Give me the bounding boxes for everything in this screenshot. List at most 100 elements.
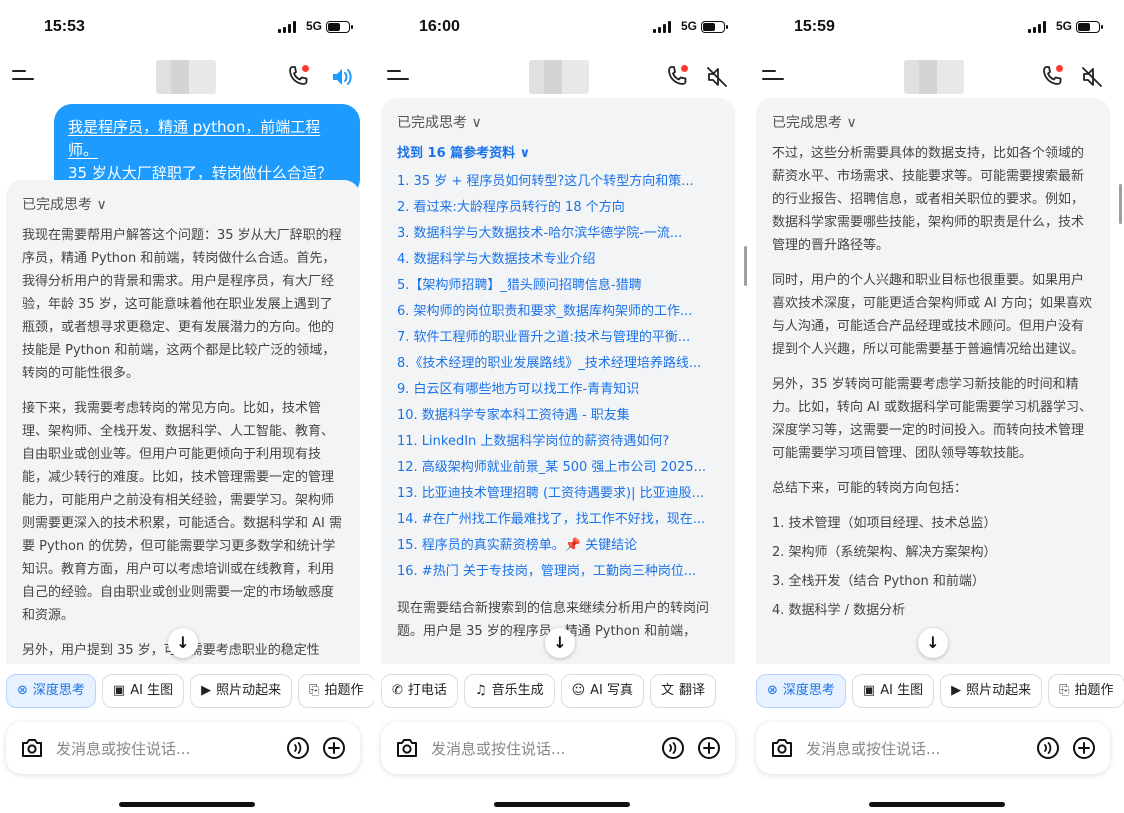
- scrollbar[interactable]: [744, 246, 747, 286]
- avatar: [156, 60, 216, 94]
- status-time: 15:59: [794, 18, 835, 35]
- speaker-muted-icon[interactable]: [1080, 66, 1104, 88]
- reference-link[interactable]: 8.《技术经理的职业发展路线》_技术经理培养路线...: [397, 351, 719, 377]
- avatar: [529, 60, 589, 94]
- phone-screen-3: 15:59 5G 已完成思考 ∨ 不过，这些分析需要具体的数据支持，比如各个领域…: [750, 0, 1124, 813]
- chip-translate[interactable]: 文翻译: [650, 674, 717, 708]
- voice-input-icon[interactable]: [1036, 736, 1060, 760]
- scroll-down-button[interactable]: ↓: [168, 628, 198, 658]
- reference-link[interactable]: 9. 白云区有哪些地方可以找工作-青青知识: [397, 377, 719, 403]
- reference-link[interactable]: 4. 数据科学与大数据技术专业介绍: [397, 247, 719, 273]
- direction-item: 3. 全栈开发（结合 Python 和前端）: [772, 574, 985, 589]
- thinking-toggle[interactable]: 已完成思考 ∨: [772, 112, 1094, 132]
- camera-icon[interactable]: [20, 737, 44, 759]
- reference-link[interactable]: 1. 35 岁 + 程序员如何转型?这几个转型方向和策...: [397, 169, 719, 195]
- reference-link[interactable]: 12. 高级架构师就业前景_某 500 强上市公司 2025...: [397, 455, 719, 481]
- chip-photo-homework[interactable]: ⎘ 拍题作: [298, 674, 374, 708]
- thinking-paragraph: 不过，这些分析需要具体的数据支持，比如各个领域的薪资水平、市场需求、技能要求等。…: [772, 146, 1085, 253]
- message-input[interactable]: 发消息或按住说话...: [56, 738, 190, 759]
- chip-ai-image[interactable]: ▣ AI 生图: [101, 674, 185, 708]
- music-icon: ♫: [474, 683, 487, 698]
- reference-link[interactable]: 16. #热门 关于专技岗，管理岗，工勤岗三种岗位...: [397, 559, 719, 585]
- plus-icon[interactable]: [322, 736, 346, 760]
- phone-screen-1: 15:53 5G 我是程序员，精通 python，前端工程师。 35 岁从大厂辞…: [0, 0, 374, 813]
- image-icon: ▣: [862, 683, 876, 698]
- reference-link[interactable]: 11. LinkedIn 上数据科学岗位的薪资待遇如何?: [397, 429, 719, 455]
- message-input-bar[interactable]: 发消息或按住说话...: [381, 722, 735, 774]
- thinking-toggle[interactable]: 已完成思考 ∨: [22, 194, 344, 214]
- battery-icon: [701, 21, 728, 33]
- signal-icon: [653, 21, 671, 33]
- camera-icon[interactable]: [770, 737, 794, 759]
- speaker-muted-icon[interactable]: [705, 66, 729, 88]
- scroll-down-button[interactable]: ↓: [918, 628, 948, 658]
- phone-call-icon[interactable]: [1040, 64, 1064, 88]
- menu-icon[interactable]: [762, 70, 784, 84]
- chip-label: 照片动起来: [216, 683, 282, 698]
- reference-link[interactable]: 2. 看过来:大龄程序员转行的 18 个方向: [397, 195, 719, 221]
- references-toggle[interactable]: 找到 16 篇参考资料 ∨: [397, 142, 719, 161]
- home-indicator[interactable]: [869, 802, 1005, 807]
- camera-icon[interactable]: [395, 737, 419, 759]
- scan-icon: ⎘: [309, 683, 320, 698]
- reference-link[interactable]: 14. #在广州找工作最难找了，找工作不好找，现在...: [397, 507, 719, 533]
- speaker-icon[interactable]: [330, 66, 354, 88]
- thinking-paragraph: 总结下来，可能的转岗方向包括：: [772, 481, 968, 496]
- message-input[interactable]: 发消息或按住说话...: [806, 738, 940, 759]
- phone-screen-2: 16:00 5G 已完成思考 ∨ 找到 16 篇参考资料 ∨ 1. 35 岁 +…: [375, 0, 749, 813]
- scroll-down-button[interactable]: ↓: [545, 628, 575, 658]
- play-icon: ▶: [201, 683, 212, 698]
- chat-scroll-area[interactable]: 已完成思考 ∨ 找到 16 篇参考资料 ∨ 1. 35 岁 + 程序员如何转型?…: [375, 96, 749, 664]
- chip-photo-homework[interactable]: ⎘ 拍题作: [1048, 674, 1124, 708]
- chip-label: 翻译: [679, 683, 706, 698]
- thinking-toggle[interactable]: 已完成思考 ∨: [397, 112, 719, 132]
- deep-think-icon: ⊗: [767, 683, 778, 698]
- message-input-bar[interactable]: 发消息或按住说话...: [756, 722, 1110, 774]
- status-time: 16:00: [419, 18, 460, 35]
- reference-link[interactable]: 15. 程序员的真实薪资榜单。📌 关键结论: [397, 533, 719, 559]
- chip-animate-photo[interactable]: ▶ 照片动起来: [940, 674, 1043, 708]
- direction-list: 1. 技术管理（如项目经理、技术总监） 2. 架构师（系统架构、解决方案架构） 3.…: [772, 512, 1094, 622]
- phone-call-icon[interactable]: [286, 64, 310, 88]
- reference-link[interactable]: 5.【架构师招聘】_猎头顾问招聘信息-猎聘: [397, 273, 719, 299]
- chat-scroll-area[interactable]: 已完成思考 ∨ 不过，这些分析需要具体的数据支持，比如各个领域的薪资水平、市场需…: [750, 96, 1124, 664]
- message-input[interactable]: 发消息或按住说话...: [431, 738, 565, 759]
- signal-icon: [1028, 21, 1046, 33]
- home-indicator[interactable]: [119, 802, 255, 807]
- chat-scroll-area[interactable]: 我是程序员，精通 python，前端工程师。 35 岁从大厂辞职了，转岗做什么合…: [0, 96, 374, 664]
- reference-link[interactable]: 3. 数据科学与大数据技术-哈尔滨华德学院-一流...: [397, 221, 719, 247]
- chip-call[interactable]: ✆ 打电话: [381, 674, 458, 708]
- reference-link[interactable]: 6. 架构师的岗位职责和要求_数据库构架师的工作...: [397, 299, 719, 325]
- thinking-card: 已完成思考 ∨ 找到 16 篇参考资料 ∨ 1. 35 岁 + 程序员如何转型?…: [381, 98, 735, 664]
- thinking-card: 已完成思考 ∨ 我现在需要帮用户解答这个问题：35 岁从大厂辞职的程序员，精通 …: [6, 180, 360, 664]
- voice-input-icon[interactable]: [286, 736, 310, 760]
- battery-icon: [1076, 21, 1103, 33]
- reference-link[interactable]: 7. 软件工程师的职业晋升之道:技术与管理的平衡...: [397, 325, 719, 351]
- chip-deep-think[interactable]: ⊗ 深度思考: [6, 674, 96, 708]
- network-label: 5G: [1055, 19, 1072, 33]
- plus-icon[interactable]: [697, 736, 721, 760]
- network-label: 5G: [680, 19, 697, 33]
- status-bar: 15:59 5G: [750, 18, 1124, 42]
- menu-icon[interactable]: [12, 70, 34, 84]
- chip-deep-think[interactable]: ⊗ 深度思考: [756, 674, 846, 708]
- home-indicator[interactable]: [494, 802, 630, 807]
- chip-music[interactable]: ♫ 音乐生成: [463, 674, 555, 708]
- reference-link[interactable]: 13. 比亚迪技术管理招聘 (工资待遇要求)| 比亚迪股...: [397, 481, 719, 507]
- voice-input-icon[interactable]: [661, 736, 685, 760]
- menu-icon[interactable]: [387, 70, 409, 84]
- chip-ai-portrait[interactable]: ☺ AI 写真: [560, 674, 645, 708]
- deep-think-icon: ⊗: [17, 683, 28, 698]
- top-bar: [750, 56, 1124, 96]
- message-input-bar[interactable]: 发消息或按住说话...: [6, 722, 360, 774]
- phone-call-icon[interactable]: [665, 64, 689, 88]
- chip-ai-image[interactable]: ▣ AI 生图: [851, 674, 935, 708]
- chip-animate-photo[interactable]: ▶ 照片动起来: [190, 674, 293, 708]
- reference-link[interactable]: 10. 数据科学专家本科工资待遇 - 职友集: [397, 403, 719, 429]
- thinking-card: 已完成思考 ∨ 不过，这些分析需要具体的数据支持，比如各个领域的薪资水平、市场需…: [756, 98, 1110, 664]
- phone-icon: ✆: [392, 683, 403, 698]
- plus-icon[interactable]: [1072, 736, 1096, 760]
- chip-label: 音乐生成: [491, 683, 544, 698]
- chip-label: 打电话: [407, 683, 447, 698]
- scrollbar[interactable]: [1119, 184, 1122, 224]
